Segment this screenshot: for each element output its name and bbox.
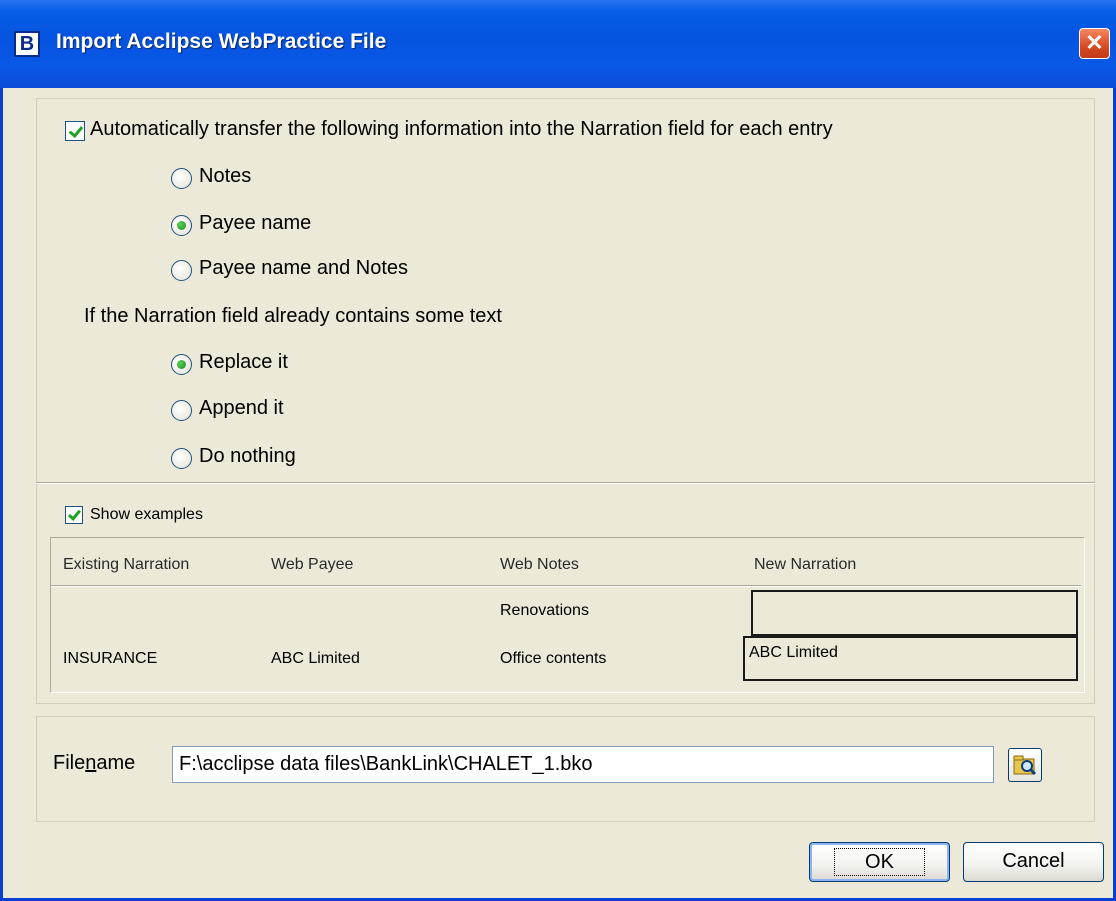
app-icon: B [14,31,40,57]
col-existing-narration: Existing Narration [63,556,190,573]
radio-append-it-label[interactable]: Append it [199,397,284,420]
radio-replace-it[interactable] [171,354,192,375]
radio-notes[interactable] [171,168,192,189]
radio-do-nothing[interactable] [171,448,192,469]
browse-button[interactable] [1008,748,1042,782]
radio-payee-name[interactable] [171,215,192,236]
ok-button-label: OK [834,848,925,876]
radio-payee-name-and-notes-label[interactable]: Payee name and Notes [199,257,408,280]
row1-new-narration [751,590,1078,636]
cancel-button[interactable]: Cancel [963,842,1104,882]
close-button[interactable]: ✕ [1079,28,1110,59]
examples-header-divider [51,585,1081,587]
col-web-notes: Web Notes [500,556,579,573]
filename-label: Filename [53,752,136,774]
auto-transfer-checkbox[interactable] [65,121,85,141]
radio-replace-it-label[interactable]: Replace it [199,351,288,374]
radio-payee-name-label[interactable]: Payee name [199,212,311,235]
col-new-narration: New Narration [754,556,857,573]
filename-input[interactable]: F:\acclipse data files\BankLink\CHALET_1… [172,746,994,783]
browse-folder-icon [1013,755,1037,776]
radio-notes-label[interactable]: Notes [199,165,251,188]
radio-payee-name-and-notes[interactable] [171,260,192,281]
row1-web-notes: Renovations [500,602,589,619]
options-divider [36,482,1095,484]
show-examples-label[interactable]: Show examples [90,506,203,524]
import-dialog: B Import Acclipse WebPractice File ✕ Aut… [0,0,1116,901]
row2-web-payee: ABC Limited [271,650,360,667]
radio-do-nothing-label[interactable]: Do nothing [199,445,296,468]
col-web-payee: Web Payee [271,556,354,573]
row2-new-narration: ABC Limited [743,636,1078,681]
show-examples-checkbox[interactable] [65,506,83,524]
auto-transfer-label[interactable]: Automatically transfer the following inf… [90,118,833,141]
radio-append-it[interactable] [171,400,192,421]
row2-web-notes: Office contents [500,650,607,667]
window-title: Import Acclipse WebPractice File [56,30,387,53]
row2-existing-narration: INSURANCE [63,650,158,667]
close-icon: ✕ [1085,30,1104,55]
existing-text-label: If the Narration field already contains … [84,305,502,327]
title-bar[interactable]: B Import Acclipse WebPractice File ✕ [0,0,1116,88]
ok-button[interactable]: OK [809,842,950,882]
